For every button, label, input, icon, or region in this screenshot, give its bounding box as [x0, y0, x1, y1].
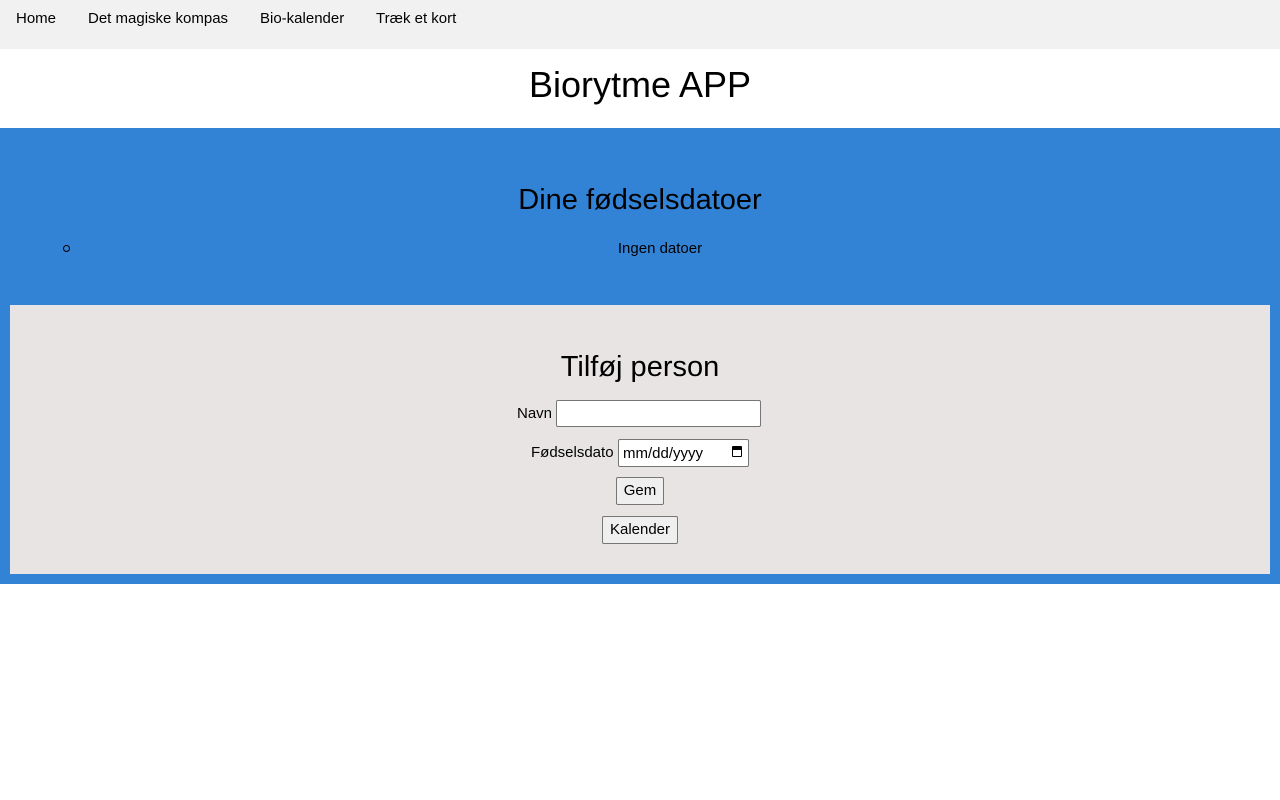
list-bullet-icon	[63, 245, 70, 252]
nav-link-det-magiske-kompas[interactable]: Det magiske kompas	[88, 10, 228, 27]
save-button[interactable]: Gem	[616, 477, 664, 505]
birthdate-placeholder: mm/dd/yyyy	[623, 445, 704, 462]
top-navigation: Home Det magiske kompas Bio-kalender Træ…	[0, 0, 1280, 49]
name-input[interactable]	[556, 400, 761, 427]
list-item: Ingen datoer	[617, 240, 703, 257]
calendar-button[interactable]: Kalender	[602, 516, 678, 544]
page-title: Biorytme APP	[528, 64, 752, 105]
birthdates-heading: Dine fødselsdatoer	[518, 184, 762, 216]
nav-link-bio-kalender[interactable]: Bio-kalender	[260, 10, 344, 27]
name-label: Navn	[517, 405, 553, 422]
calendar-icon[interactable]	[732, 446, 742, 457]
birthdate-input[interactable]: mm/dd/yyyy	[618, 439, 749, 467]
add-person-heading: Tilføj person	[560, 351, 720, 383]
nav-link-traek-et-kort[interactable]: Træk et kort	[376, 10, 456, 27]
birthdate-label: Fødselsdato	[531, 444, 614, 461]
nav-link-home[interactable]: Home	[16, 10, 56, 27]
